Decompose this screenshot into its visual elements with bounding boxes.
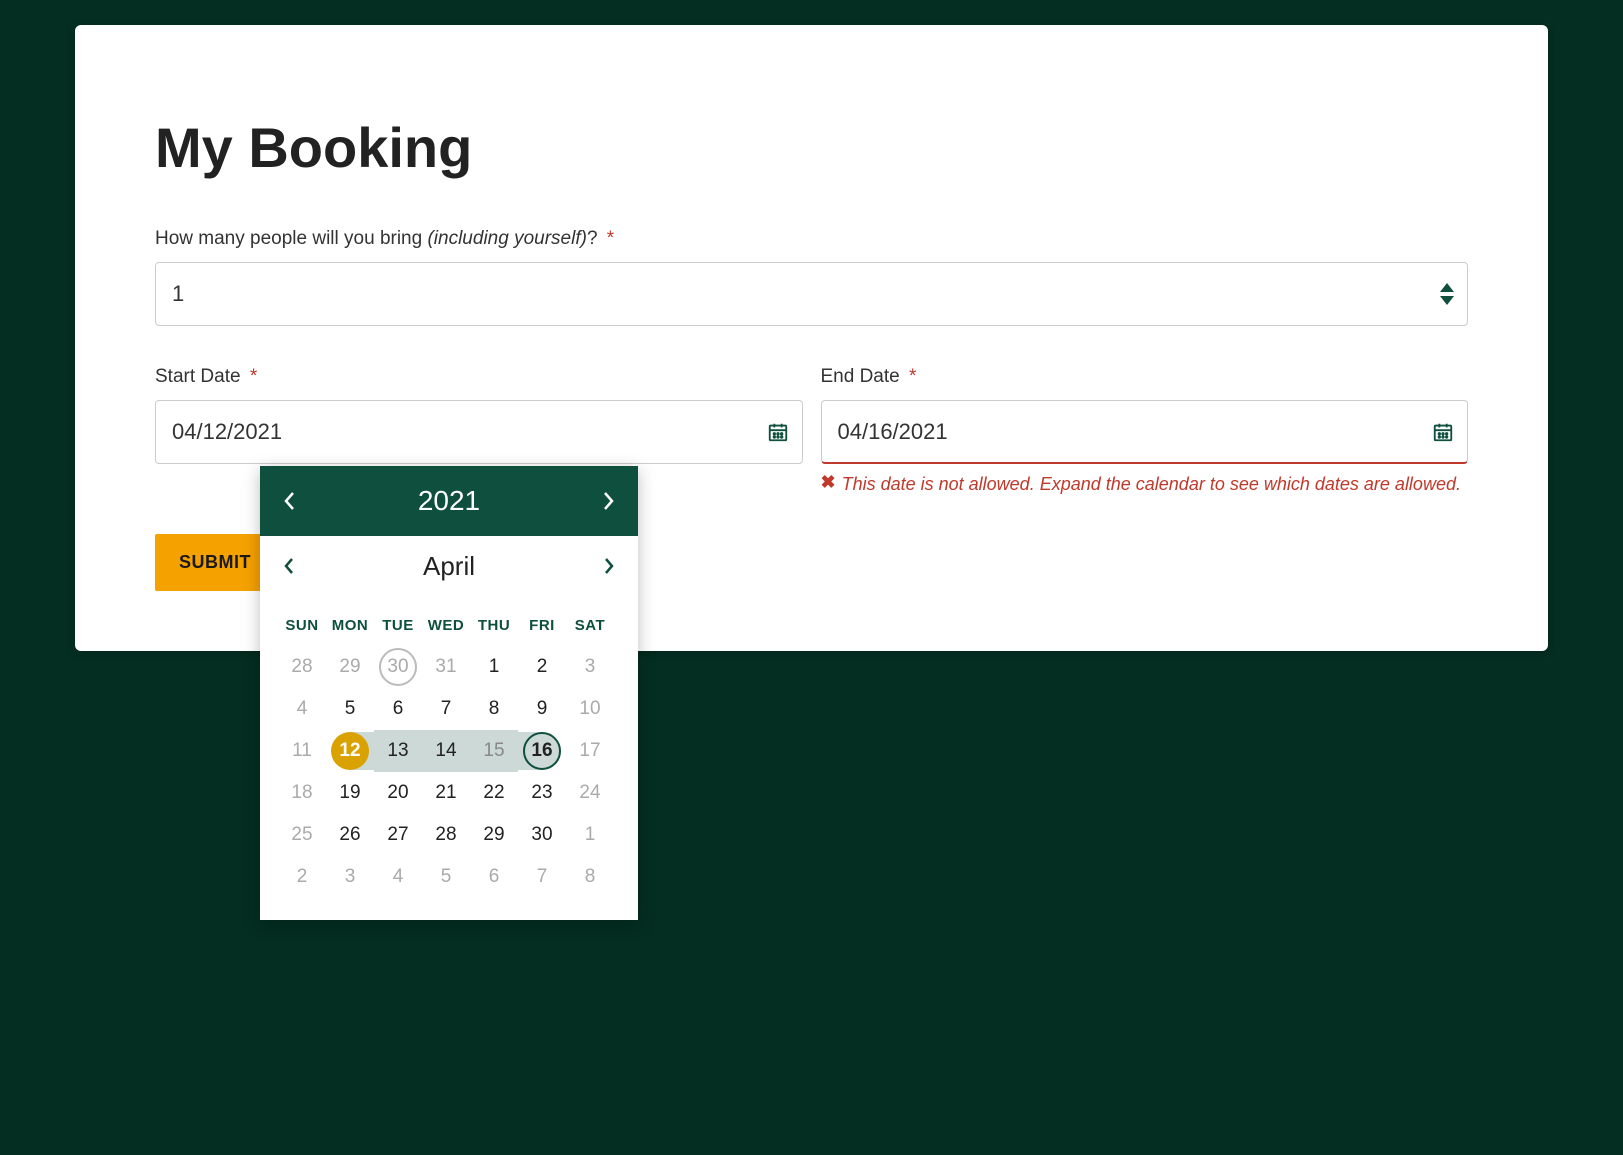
datepicker-day[interactable]: 31 bbox=[422, 646, 470, 688]
datepicker-day[interactable]: 6 bbox=[470, 856, 518, 898]
datepicker-day[interactable]: 20 bbox=[374, 772, 422, 814]
datepicker-day[interactable]: 19 bbox=[326, 772, 374, 814]
end-date-label-text: End Date bbox=[821, 366, 900, 387]
people-count-field bbox=[155, 262, 1468, 326]
datepicker-day[interactable]: 2 bbox=[518, 646, 566, 688]
datepicker-month-bar: April bbox=[260, 536, 638, 596]
number-steppers bbox=[1440, 283, 1454, 305]
datepicker-day[interactable]: 25 bbox=[278, 814, 326, 856]
end-date-input-wrap bbox=[821, 400, 1469, 464]
datepicker-day[interactable]: 30 bbox=[379, 648, 417, 686]
datepicker-dow: THU bbox=[470, 604, 518, 646]
datepicker-dow: SUN bbox=[278, 604, 326, 646]
datepicker-day[interactable]: 11 bbox=[278, 730, 326, 772]
required-asterisk: * bbox=[250, 366, 257, 387]
people-label-text-before: How many people will you bring bbox=[155, 228, 427, 249]
datepicker-day[interactable]: 7 bbox=[518, 856, 566, 898]
datepicker-day[interactable]: 14 bbox=[422, 730, 470, 772]
start-date-input-wrap: 2021 April SUNMONTUEWE bbox=[155, 400, 803, 464]
datepicker-day[interactable]: 4 bbox=[374, 856, 422, 898]
chevron-left-icon bbox=[282, 489, 298, 513]
people-label-text-after: ? bbox=[587, 228, 598, 249]
datepicker-day[interactable]: 10 bbox=[566, 688, 614, 730]
datepicker-day[interactable]: 3 bbox=[566, 646, 614, 688]
datepicker-day[interactable]: 29 bbox=[326, 646, 374, 688]
datepicker-dow: WED bbox=[422, 604, 470, 646]
start-date-input[interactable] bbox=[155, 400, 803, 464]
prev-month-button[interactable] bbox=[282, 556, 296, 576]
datepicker-day[interactable]: 7 bbox=[422, 688, 470, 730]
chevron-right-icon bbox=[600, 489, 616, 513]
end-date-error: ✖ This date is not allowed. Expand the c… bbox=[821, 472, 1469, 496]
date-row: Start Date * bbox=[155, 366, 1468, 496]
datepicker-day[interactable]: 5 bbox=[326, 688, 374, 730]
people-count-label: How many people will you bring (includin… bbox=[155, 228, 1468, 250]
error-x-icon: ✖ bbox=[821, 472, 836, 494]
datepicker-day[interactable]: 16 bbox=[523, 732, 561, 770]
end-date-error-text: This date is not allowed. Expand the cal… bbox=[842, 472, 1461, 496]
required-asterisk: * bbox=[909, 366, 916, 387]
datepicker-dow: FRI bbox=[518, 604, 566, 646]
datepicker-popover: 2021 April SUNMONTUEWE bbox=[260, 466, 638, 920]
booking-form-card: My Booking How many people will you brin… bbox=[75, 25, 1548, 651]
start-date-col: Start Date * bbox=[155, 366, 803, 464]
datepicker-day[interactable]: 5 bbox=[422, 856, 470, 898]
submit-button[interactable]: SUBMIT bbox=[155, 534, 275, 591]
chevron-right-icon bbox=[602, 556, 616, 576]
prev-year-button[interactable] bbox=[282, 489, 298, 513]
people-label-text-em: (including yourself) bbox=[427, 228, 586, 249]
datepicker-year-bar: 2021 bbox=[260, 466, 638, 536]
datepicker-day[interactable]: 9 bbox=[518, 688, 566, 730]
datepicker-day[interactable]: 6 bbox=[374, 688, 422, 730]
stepper-up-icon[interactable] bbox=[1440, 283, 1454, 292]
datepicker-day[interactable]: 4 bbox=[278, 688, 326, 730]
datepicker-day[interactable]: 29 bbox=[470, 814, 518, 856]
datepicker-day[interactable]: 21 bbox=[422, 772, 470, 814]
datepicker-day[interactable]: 3 bbox=[326, 856, 374, 898]
people-count-input[interactable] bbox=[155, 262, 1468, 326]
datepicker-day[interactable]: 30 bbox=[518, 814, 566, 856]
datepicker-dow: TUE bbox=[374, 604, 422, 646]
datepicker-day[interactable]: 8 bbox=[470, 688, 518, 730]
datepicker-day[interactable]: 13 bbox=[374, 730, 422, 772]
chevron-left-icon bbox=[282, 556, 296, 576]
datepicker-day[interactable]: 2 bbox=[278, 856, 326, 898]
start-date-label-text: Start Date bbox=[155, 366, 241, 387]
start-date-label: Start Date * bbox=[155, 366, 803, 388]
next-month-button[interactable] bbox=[602, 556, 616, 576]
end-date-label: End Date * bbox=[821, 366, 1469, 388]
datepicker-day[interactable]: 23 bbox=[518, 772, 566, 814]
required-asterisk: * bbox=[607, 228, 614, 249]
datepicker-day[interactable]: 18 bbox=[278, 772, 326, 814]
datepicker-year-label[interactable]: 2021 bbox=[418, 485, 480, 517]
end-date-input[interactable] bbox=[821, 400, 1469, 464]
page-title: My Booking bbox=[155, 115, 1468, 180]
datepicker-day[interactable]: 15 bbox=[470, 730, 518, 772]
datepicker-day[interactable]: 26 bbox=[326, 814, 374, 856]
datepicker-day[interactable]: 24 bbox=[566, 772, 614, 814]
datepicker-day[interactable]: 1 bbox=[566, 814, 614, 856]
datepicker-month-label[interactable]: April bbox=[423, 551, 475, 582]
datepicker-dow: MON bbox=[326, 604, 374, 646]
datepicker-day[interactable]: 17 bbox=[566, 730, 614, 772]
next-year-button[interactable] bbox=[600, 489, 616, 513]
datepicker-day[interactable]: 28 bbox=[278, 646, 326, 688]
end-date-col: End Date * ✖ bbox=[821, 366, 1469, 496]
datepicker-dow: SAT bbox=[566, 604, 614, 646]
datepicker-day[interactable]: 1 bbox=[470, 646, 518, 688]
datepicker-grid: SUNMONTUEWEDTHUFRISAT2829303112345678910… bbox=[260, 596, 638, 920]
datepicker-day[interactable]: 28 bbox=[422, 814, 470, 856]
stepper-down-icon[interactable] bbox=[1440, 296, 1454, 305]
datepicker-day[interactable]: 22 bbox=[470, 772, 518, 814]
datepicker-day[interactable]: 8 bbox=[566, 856, 614, 898]
datepicker-day[interactable]: 27 bbox=[374, 814, 422, 856]
datepicker-day[interactable]: 12 bbox=[331, 732, 369, 770]
